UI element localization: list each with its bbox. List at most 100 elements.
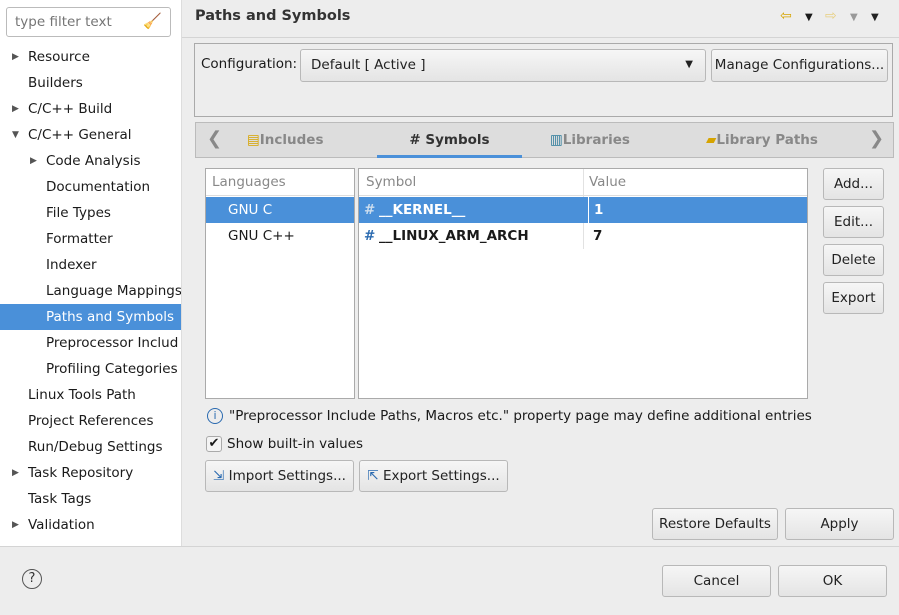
- sidebar-item[interactable]: Formatter: [0, 226, 181, 252]
- tab-libraries[interactable]: ▥Libraries: [550, 124, 630, 157]
- info-icon: i: [207, 408, 223, 424]
- sidebar-item[interactable]: ▶ Resource: [0, 44, 181, 70]
- sidebar-item-label: Resource: [28, 49, 90, 65]
- sidebar-item-label: Project References: [28, 413, 154, 429]
- cancel-button[interactable]: Cancel: [662, 565, 771, 597]
- tab-symbols[interactable]: # Symbols: [377, 124, 522, 158]
- sidebar-item-label: Run/Debug Settings: [28, 439, 163, 455]
- add-button[interactable]: Add...: [823, 168, 884, 200]
- language-item[interactable]: GNU C++: [206, 223, 354, 249]
- table-row[interactable]: # __LINUX_ARM_ARCH 7: [359, 223, 807, 249]
- delete-button[interactable]: Delete: [823, 244, 884, 276]
- tab-scroll-right-icon[interactable]: ❯: [869, 128, 884, 149]
- ok-button[interactable]: OK: [778, 565, 887, 597]
- column-header-symbol[interactable]: Symbol: [366, 169, 416, 195]
- sidebar-item[interactable]: Builders: [0, 70, 181, 96]
- sidebar-item-label: Documentation: [46, 179, 151, 195]
- folder-icon: ▰: [706, 132, 717, 148]
- sidebar-item-label: Validation: [28, 517, 95, 533]
- chevron-right-icon[interactable]: ▶: [12, 460, 19, 486]
- config-value: Default [ Active ]: [311, 57, 426, 73]
- filter-input[interactable]: [7, 8, 142, 36]
- sidebar-item-label: C/C++ Build: [28, 101, 113, 117]
- edit-button[interactable]: Edit...: [823, 206, 884, 238]
- chevron-right-icon[interactable]: ▶: [12, 96, 19, 122]
- includes-icon: ▤: [247, 132, 260, 148]
- language-item[interactable]: GNU C: [206, 197, 354, 223]
- forward-menu-icon[interactable]: ▼: [850, 12, 858, 23]
- back-icon[interactable]: ⇦: [780, 8, 792, 24]
- symbol-cell: __KERNEL__: [379, 202, 466, 218]
- sidebar-item[interactable]: Documentation: [0, 174, 181, 200]
- chevron-down-icon: ▼: [685, 59, 693, 70]
- tab-scroll-left-icon[interactable]: ❮: [207, 128, 222, 149]
- sidebar-item[interactable]: File Types: [0, 200, 181, 226]
- sidebar-item[interactable]: Profiling Categories: [0, 356, 181, 382]
- sidebar-item[interactable]: Project References: [0, 408, 181, 434]
- export-settings-button[interactable]: ⇱ Export Settings...: [359, 460, 508, 492]
- clear-filter-icon[interactable]: 🧹: [143, 12, 162, 30]
- help-icon[interactable]: ?: [22, 569, 42, 589]
- sidebar-item-label: Language Mappings: [46, 283, 182, 299]
- divider: [182, 37, 899, 38]
- sidebar-item[interactable]: ▶ C/C++ Build: [0, 96, 181, 122]
- sidebar-item[interactable]: Task Tags: [0, 486, 181, 512]
- sidebar-item-label: Linux Tools Path: [28, 387, 136, 403]
- chevron-right-icon[interactable]: ▶: [12, 44, 19, 70]
- show-builtin-checkbox[interactable]: ✔: [206, 436, 222, 452]
- sidebar-item-label: Formatter: [46, 231, 113, 247]
- page-title: Paths and Symbols: [195, 8, 351, 24]
- sidebar-item[interactable]: Preprocessor Includ: [0, 330, 181, 356]
- sidebar-item-label: Code Analysis: [46, 153, 141, 169]
- tab-includes[interactable]: ▤Includes: [247, 124, 324, 157]
- sidebar-item-label: Task Repository: [28, 465, 134, 481]
- back-menu-icon[interactable]: ▼: [805, 12, 813, 23]
- info-text: "Preprocessor Include Paths, Macros etc.…: [229, 408, 812, 424]
- import-settings-button[interactable]: ⇲ Import Settings...: [205, 460, 354, 492]
- sidebar-item-label: C/C++ General: [28, 127, 132, 143]
- sidebar-item[interactable]: ▶ Validation: [0, 512, 181, 538]
- macro-icon: #: [364, 228, 376, 244]
- view-menu-icon[interactable]: ▼: [871, 12, 879, 23]
- divider: [0, 546, 899, 547]
- libraries-icon: ▥: [550, 132, 563, 148]
- sidebar-item-label: Builders: [28, 75, 83, 91]
- column-header-value[interactable]: Value: [589, 169, 626, 195]
- sidebar-item-label: Task Tags: [28, 491, 92, 507]
- sidebar-item[interactable]: ▶ Task Repository: [0, 460, 181, 486]
- sidebar-tree: 🧹 ▶ Resource Builders ▶ C/C++ Build ▼ C/C++ Ge…: [0, 0, 182, 546]
- sidebar-item[interactable]: ▶ Code Analysis: [0, 148, 181, 174]
- sidebar-item-label: File Types: [46, 205, 111, 221]
- languages-header: Languages: [212, 174, 286, 190]
- manage-configurations-button[interactable]: Manage Configurations...: [711, 49, 888, 82]
- config-label: Configuration:: [201, 56, 298, 72]
- forward-icon[interactable]: ⇨: [825, 8, 837, 24]
- apply-button[interactable]: Apply: [785, 508, 894, 540]
- chevron-right-icon[interactable]: ▶: [12, 512, 19, 538]
- sidebar-item-label: Preprocessor Includ: [46, 335, 179, 351]
- sidebar-item[interactable]: Linux Tools Path: [0, 382, 181, 408]
- tab-library-paths[interactable]: ▰Library Paths: [706, 124, 818, 157]
- show-builtin-label: Show built-in values: [227, 436, 364, 452]
- sidebar-item-label: Profiling Categories: [46, 361, 178, 377]
- table-row[interactable]: # __KERNEL__ 1: [359, 197, 807, 223]
- value-cell: 1: [588, 197, 603, 223]
- macro-icon: #: [364, 202, 376, 218]
- languages-list[interactable]: Languages GNU C GNU C++: [205, 168, 355, 399]
- sidebar-item[interactable]: Indexer: [0, 252, 181, 278]
- sidebar-item[interactable]: ▼ C/C++ General: [0, 122, 181, 148]
- export-icon: ⇱: [367, 468, 379, 484]
- filter-input-box[interactable]: 🧹: [6, 7, 171, 37]
- sidebar-item-label: Indexer: [46, 257, 97, 273]
- sidebar-item[interactable]: Language Mappings: [0, 278, 182, 304]
- sidebar-item[interactable]: Paths and Symbols: [0, 304, 181, 330]
- symbol-cell: __LINUX_ARM_ARCH: [379, 228, 529, 244]
- chevron-right-icon[interactable]: ▶: [30, 148, 37, 174]
- symbols-table[interactable]: Symbol Value # __KERNEL__ 1 # __LINUX_AR…: [358, 168, 808, 399]
- chevron-down-icon[interactable]: ▼: [12, 122, 19, 148]
- restore-defaults-button[interactable]: Restore Defaults: [652, 508, 778, 540]
- export-button[interactable]: Export: [823, 282, 884, 314]
- sidebar-item[interactable]: Run/Debug Settings: [0, 434, 181, 460]
- sidebar-item-label: Paths and Symbols: [46, 309, 174, 325]
- configuration-dropdown[interactable]: Default [ Active ] ▼: [300, 49, 706, 82]
